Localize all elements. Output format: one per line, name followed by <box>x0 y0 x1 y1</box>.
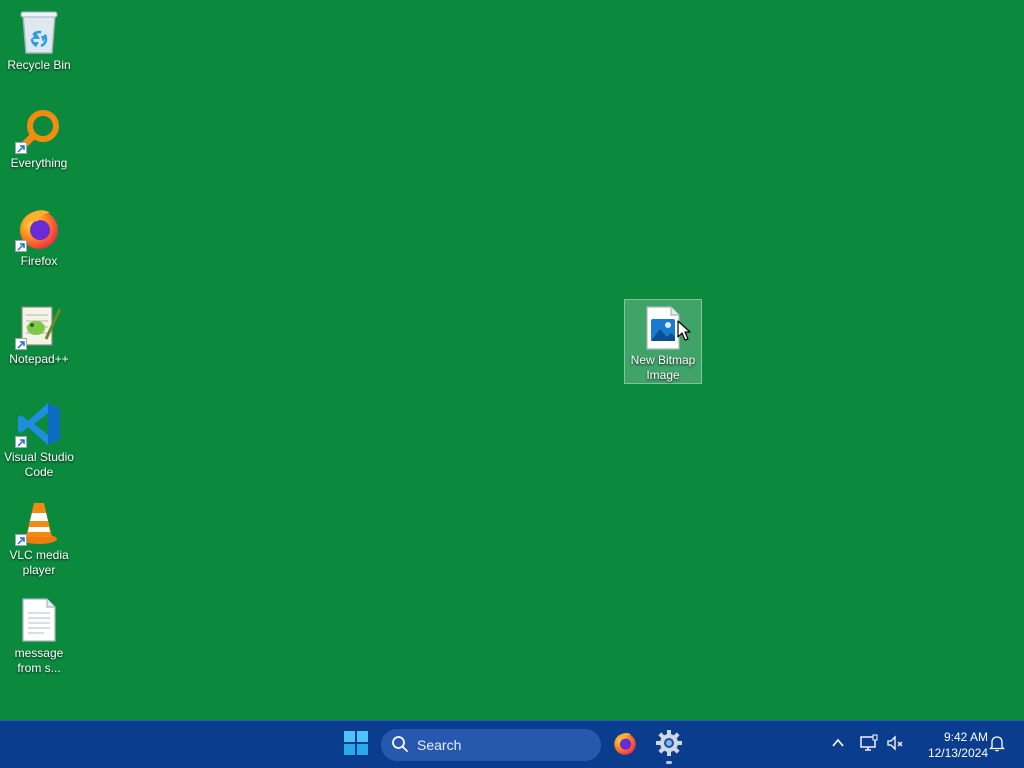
notification-bell-icon <box>988 734 1006 757</box>
desktop-icon-vlc-media-player[interactable]: VLC media player <box>0 498 78 578</box>
desktop-icon-label: Visual Studio Code <box>4 450 74 479</box>
desktop-icon-recycle-bin[interactable]: Recycle Bin <box>0 8 78 73</box>
desktop-icon-label: Notepad++ <box>9 352 69 366</box>
firefox-icon <box>15 204 63 252</box>
desktop-icon-label: New Bitmap Image <box>630 353 696 382</box>
settings-gear-icon <box>656 729 682 761</box>
vscode-icon <box>15 400 63 448</box>
chevron-up-icon <box>831 736 845 755</box>
notepad-plus-plus-icon <box>15 302 63 350</box>
desktop-icon-label: Firefox <box>20 254 58 268</box>
everything-search-icon <box>15 106 63 154</box>
taskbar-clock[interactable]: 9:42 AM 12/13/2024 <box>910 729 988 761</box>
volume-muted-icon <box>886 734 904 757</box>
shortcut-arrow-icon <box>15 240 27 252</box>
desktop-icon-visual-studio-code[interactable]: Visual Studio Code <box>0 400 78 480</box>
start-button[interactable] <box>336 725 376 765</box>
search-placeholder: Search <box>417 737 462 753</box>
recycle-bin-icon <box>15 8 63 56</box>
windows-start-icon <box>344 730 368 760</box>
network-icon <box>860 734 878 757</box>
taskbar-settings-button[interactable] <box>649 725 689 765</box>
taskbar-firefox-button[interactable] <box>605 725 645 765</box>
desktop-icon-message-file[interactable]: message from s... <box>0 596 78 676</box>
desktop-icon-everything[interactable]: Everything <box>0 106 78 171</box>
desktop[interactable]: Recycle Bin Everything Firefox Notepad++… <box>0 0 1024 720</box>
shortcut-arrow-icon <box>15 338 27 350</box>
mouse-pointer-icon <box>677 320 691 347</box>
volume-button[interactable] <box>883 733 907 757</box>
clock-date: 12/13/2024 <box>927 746 988 760</box>
shortcut-arrow-icon <box>15 142 27 154</box>
desktop-icon-label: Everything <box>10 156 68 170</box>
desktop-icon-label: Recycle Bin <box>7 58 71 72</box>
desktop-icon-firefox[interactable]: Firefox <box>0 204 78 269</box>
vlc-icon <box>15 498 63 546</box>
shortcut-arrow-icon <box>15 436 27 448</box>
taskbar-search-box[interactable]: Search <box>381 729 601 761</box>
shortcut-arrow-icon <box>15 534 27 546</box>
firefox-icon <box>612 730 638 761</box>
desktop-icon-notepad-plus-plus[interactable]: Notepad++ <box>0 302 78 367</box>
taskbar: Search 9:42 AM 12/13/2024 <box>0 720 1024 768</box>
clock-time: 9:42 AM <box>943 730 988 744</box>
desktop-icon-label: VLC media player <box>9 548 69 577</box>
search-icon <box>391 735 409 756</box>
show-hidden-icons-button[interactable] <box>826 733 850 757</box>
text-file-icon <box>15 596 63 644</box>
running-indicator <box>666 761 672 764</box>
desktop-icon-label: message from s... <box>14 646 64 675</box>
notifications-button[interactable] <box>985 733 1009 757</box>
network-status-button[interactable] <box>857 733 881 757</box>
